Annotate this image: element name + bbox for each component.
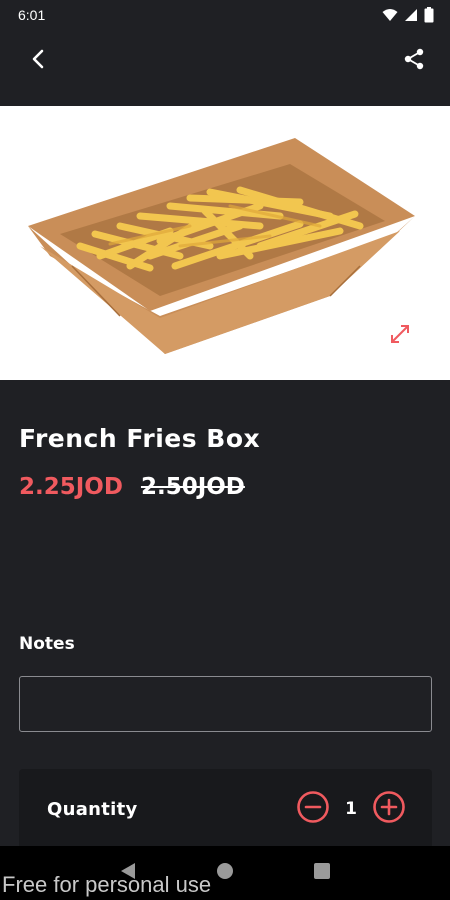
plus-circle-icon	[372, 790, 406, 828]
status-time: 6:01	[18, 7, 46, 23]
product-image-area	[0, 106, 450, 380]
minus-circle-icon	[296, 790, 330, 828]
quantity-stepper: 1	[296, 790, 406, 828]
increase-quantity-button[interactable]	[372, 790, 406, 828]
price-row: 2.25JOD 2.50JOD	[19, 474, 245, 500]
notes-label: Notes	[19, 634, 75, 654]
status-bar: 6:01	[0, 0, 450, 30]
expand-image-button[interactable]	[386, 322, 414, 350]
original-price: 2.50JOD	[140, 474, 245, 500]
home-circle-icon	[215, 861, 235, 885]
back-button[interactable]	[22, 45, 54, 77]
notes-input[interactable]	[19, 676, 432, 732]
battery-icon	[424, 7, 434, 23]
status-icons	[382, 7, 434, 23]
chevron-left-icon	[31, 49, 45, 73]
app-bar	[0, 30, 450, 92]
quantity-card: Quantity 1	[19, 769, 432, 849]
signal-icon	[404, 8, 418, 22]
wifi-icon	[382, 8, 398, 22]
product-title: French Fries Box	[19, 424, 261, 453]
nav-home-button[interactable]	[211, 859, 239, 887]
quantity-value: 1	[345, 799, 357, 819]
quantity-label: Quantity	[47, 798, 138, 820]
share-icon	[402, 47, 426, 75]
expand-icon	[388, 322, 412, 350]
watermark: Free for personal use	[2, 872, 212, 897]
current-price: 2.25JOD	[19, 474, 123, 500]
nav-recents-button[interactable]	[308, 859, 336, 887]
recents-square-icon	[313, 862, 331, 884]
share-button[interactable]	[398, 45, 430, 77]
decrease-quantity-button[interactable]	[296, 790, 330, 828]
